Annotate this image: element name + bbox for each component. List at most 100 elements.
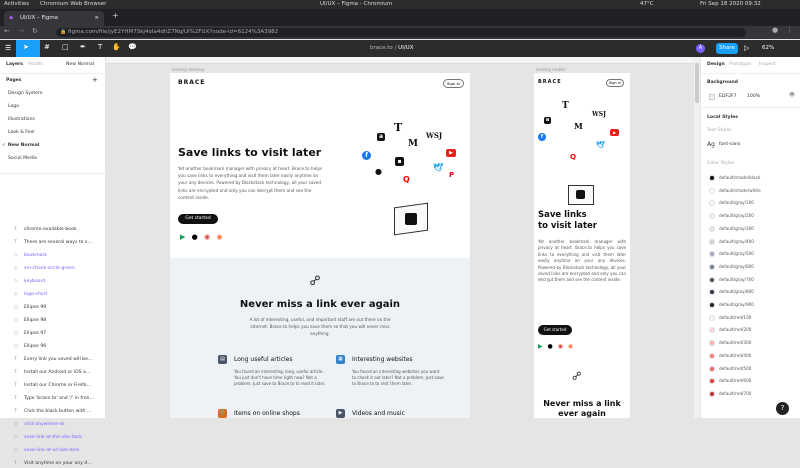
color-style-name[interactable]: default/gray/500 [719,251,754,256]
frame-label-desktop[interactable]: landing-desktop [172,67,204,72]
page-item[interactable]: Logo [8,102,19,111]
canvas[interactable]: landing-desktop BRACE Sign in Save links… [106,57,694,418]
color-swatch[interactable] [709,175,715,181]
forward-icon[interactable]: → [18,27,24,35]
tab-layers[interactable]: Layers [6,62,23,67]
google-play-icon[interactable]: ▶ [180,233,185,241]
color-style-name[interactable]: default/red/500 [719,366,751,371]
color-style-name[interactable]: default/gray/300 [719,226,754,231]
activities-button[interactable]: Activities [4,0,29,9]
firefox-icon[interactable]: ◉ [568,343,573,350]
layer-item[interactable]: ◇ visit-anywhere-xs [14,420,64,429]
comment-tool-icon[interactable]: 💬 [128,43,137,51]
eye-icon[interactable]: 👁 [789,93,795,98]
color-swatch[interactable] [709,365,715,372]
color-swatch[interactable] [709,390,715,397]
color-swatch[interactable] [709,314,715,321]
frame-label-mobile[interactable]: landing-mobile [536,67,566,72]
color-swatch[interactable] [709,327,715,334]
layer-item[interactable]: ○ Ellipse 99 [14,303,46,312]
color-style-name[interactable]: default/red/300 [719,340,751,345]
layer-item[interactable]: ◇ logo-short [14,290,47,299]
color-swatch[interactable] [709,187,715,194]
layer-item[interactable]: T Click the black button with … [14,407,91,416]
url-input[interactable]: 🔒 figma.com/file/jyE2YHM7Skj4oIa4dhZ7Nq/… [56,28,746,37]
color-swatch[interactable] [709,238,715,245]
page-item[interactable]: Social Media [8,154,37,163]
color-style-name[interactable]: default/shade/white [719,188,761,193]
main-menu-icon[interactable]: ☰ [5,44,11,52]
shape-tool-icon[interactable]: □ [62,43,69,51]
color-swatch[interactable] [709,352,715,359]
layer-item[interactable]: T Visit anytime on your any d… [14,459,92,468]
layer-item[interactable]: ○ Ellipse 96 [14,342,46,351]
new-tab-icon[interactable]: + [112,11,119,20]
layer-item[interactable]: ◇ bookmark [14,251,47,260]
layer-item[interactable]: ◇ keyboard [14,277,45,286]
color-style-name[interactable]: default/red/200 [719,327,751,332]
close-tab-icon[interactable]: × [94,11,99,26]
layer-item[interactable]: T Install our Android or iOS a… [14,368,90,377]
color-swatch[interactable] [709,251,715,258]
color-style-name[interactable]: default/shade/black [719,175,760,180]
tab-assets[interactable]: Assets [28,62,43,67]
back-icon[interactable]: ← [4,27,10,35]
page-item[interactable]: Design System [8,89,42,98]
layer-item[interactable]: T Type 'brace.to' and '/' in fron… [14,394,94,403]
color-style-name[interactable]: default/gray/700 [719,277,754,282]
frame-tool-icon[interactable]: # [44,43,50,51]
layer-item[interactable]: T Install our Chrome or Firefo… [14,381,91,390]
color-style-name[interactable]: default/gray/900 [719,302,754,307]
page-selector[interactable]: New Normal [66,62,94,67]
color-swatch[interactable] [709,289,715,296]
color-style-name[interactable]: default/red/700 [719,391,751,396]
color-swatch[interactable] [709,200,715,207]
layer-item[interactable]: ◇ sm-check-circle-green [14,264,75,273]
layer-item[interactable]: ○ Ellipse 97 [14,329,46,338]
browser-tab[interactable]: ◆ UI/UX – Figma × [4,11,104,26]
apple-icon[interactable]: ● [192,233,198,241]
color-style-name[interactable]: default/red/100 [719,315,751,320]
page-item[interactable]: Look & Feel [8,128,35,137]
color-style-name[interactable]: default/red/600 [719,378,751,383]
signin-button-mobile[interactable]: Sign in [606,79,624,87]
chrome-icon[interactable]: ◉ [204,233,210,241]
color-style-name[interactable]: default/gray/100 [719,200,754,205]
color-style-name[interactable]: default/gray/200 [719,213,754,218]
reload-icon[interactable]: ↻ [32,27,38,35]
color-swatch[interactable] [709,225,715,232]
color-swatch[interactable] [709,213,715,220]
page-item[interactable]: Illustrations [8,115,35,124]
layer-item[interactable]: Tchrome-available-book [14,225,77,234]
bg-color-swatch[interactable] [709,94,715,100]
apple-icon[interactable]: ● [548,343,553,350]
bg-opacity-input[interactable]: 100% [747,94,760,99]
color-style-name[interactable]: default/red/400 [719,353,751,358]
file-name[interactable]: UI/UX [398,45,413,51]
present-icon[interactable]: ▷ [744,44,749,52]
color-style-name[interactable]: default/gray/600 [719,264,754,269]
avatar[interactable]: A [696,44,705,53]
layer-item[interactable]: ◇ save-link-at-url-bar-dark [14,446,79,455]
text-style-name[interactable]: font-sans [719,142,740,147]
text-tool-icon[interactable]: T [98,43,102,51]
get-started-button[interactable]: Get started [178,214,218,224]
scrollbar-thumb[interactable] [695,63,699,103]
pen-tool-icon[interactable]: ✒ [80,43,86,51]
color-swatch[interactable] [709,378,715,385]
layer-item[interactable]: T Every link you saved will be… [14,355,93,364]
page-item[interactable]: ✓ New Normal [2,141,39,150]
layer-item[interactable]: ○ Ellipse 98 [14,316,46,325]
desktop-frame[interactable]: BRACE Sign in Save links to visit later … [170,73,470,418]
chrome-icon[interactable]: ◉ [558,343,563,350]
tab-prototype[interactable]: Prototype [729,62,751,67]
tab-inspect[interactable]: Inspect [759,62,776,67]
color-swatch[interactable] [709,276,715,283]
hand-tool-icon[interactable]: ✋ [112,43,121,51]
color-style-name[interactable]: default/gray/400 [719,239,754,244]
menu-icon[interactable]: ⋮ [786,26,793,34]
layer-item[interactable]: T There are several ways to s… [14,238,92,247]
mobile-frame[interactable]: BRACE Sign in a T WSJ M f ▶ 🕊 Q Save lin… [534,73,630,418]
project-name[interactable]: brace.to [370,45,393,51]
tab-design[interactable]: Design [707,62,725,67]
